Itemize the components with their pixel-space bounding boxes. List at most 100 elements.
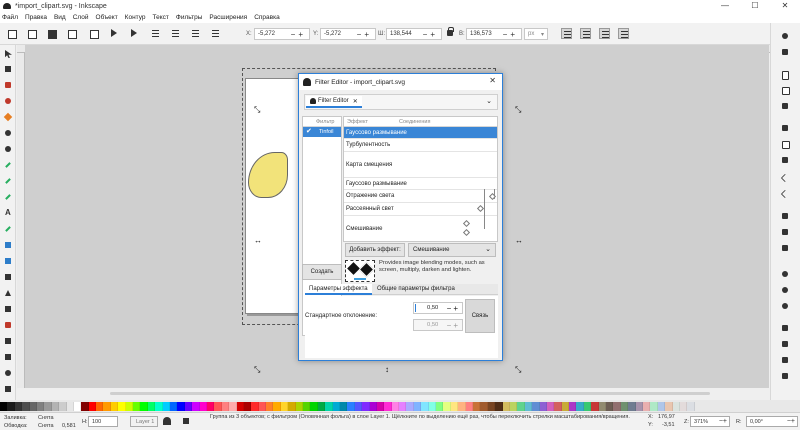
measure-tool-icon[interactable] (3, 352, 13, 362)
pen-tool-icon[interactable] (3, 176, 13, 186)
std-dev-x-field[interactable]: 0,50 −+ (413, 302, 463, 314)
spiral-tool-icon[interactable] (3, 144, 13, 154)
scale-handle-nw[interactable] (254, 106, 262, 114)
node-tool-icon[interactable] (3, 64, 13, 74)
scale-handle-e[interactable] (515, 237, 523, 245)
palette-swatch[interactable] (140, 401, 148, 411)
snap-toggle-icon[interactable] (780, 31, 790, 41)
menu-edit[interactable]: Правка (25, 14, 47, 21)
create-filter-button[interactable]: Создать (302, 264, 342, 280)
palette-swatch[interactable] (177, 401, 185, 411)
std-dev-y-field[interactable]: 0,50 −+ (413, 319, 463, 331)
palette-swatch[interactable] (66, 401, 74, 411)
mesh-tool-icon[interactable] (3, 256, 13, 266)
palette-swatch[interactable] (613, 401, 621, 411)
effect-row[interactable]: Гауссово размывание (344, 127, 497, 139)
rect-tool-icon[interactable] (3, 80, 13, 90)
palette-swatch[interactable] (133, 401, 141, 411)
lower-to-bottom-icon[interactable] (210, 28, 221, 39)
palette-swatch[interactable] (273, 401, 281, 411)
menu-path[interactable]: Контур (125, 14, 146, 21)
palette-swatch[interactable] (251, 401, 259, 411)
palette-swatch[interactable] (436, 401, 444, 411)
maximize-button[interactable]: ☐ (740, 0, 770, 12)
zoom-field[interactable]: 371% −+ (690, 416, 730, 427)
eye-icon[interactable] (163, 417, 171, 425)
minimize-button[interactable]: — (710, 0, 740, 12)
palette-swatch[interactable] (29, 401, 37, 411)
x-field[interactable]: -5,272 −+ (254, 28, 310, 40)
scale-handle-w[interactable] (254, 237, 262, 245)
menu-view[interactable]: Вид (54, 14, 66, 21)
palette-swatch[interactable] (391, 401, 400, 411)
palette-swatch[interactable] (81, 401, 89, 411)
menu-text[interactable]: Текст (153, 14, 169, 21)
palette-swatch[interactable] (665, 401, 673, 411)
duplicate-icon[interactable] (780, 323, 790, 333)
palette-swatch[interactable] (332, 401, 340, 411)
palette-swatch[interactable] (421, 401, 429, 411)
scale-stroke-icon[interactable] (561, 28, 572, 39)
palette-swatch[interactable] (384, 401, 392, 411)
lock-icon[interactable] (447, 27, 454, 36)
flip-horizontal-icon[interactable] (108, 28, 119, 39)
palette-swatch[interactable] (147, 401, 156, 411)
palette-swatch[interactable] (672, 401, 680, 411)
deselect-icon[interactable] (46, 28, 57, 39)
palette-swatch[interactable] (339, 401, 348, 411)
zoom-selection-icon[interactable] (780, 269, 790, 279)
palette-swatch[interactable] (125, 401, 134, 411)
palette-swatch[interactable] (155, 401, 163, 411)
palette-swatch[interactable] (465, 401, 473, 411)
palette-swatch[interactable] (480, 401, 488, 411)
effect-row[interactable]: Отражение света (344, 190, 497, 203)
palette-swatch[interactable] (679, 401, 688, 411)
palette-swatch[interactable] (524, 401, 533, 411)
palette-swatch[interactable] (406, 401, 414, 411)
palette-swatch[interactable] (657, 401, 666, 411)
add-effect-select[interactable]: Смешивание ⌄ (408, 243, 496, 257)
unit-select[interactable]: px ▾ (524, 28, 548, 40)
palette-swatch[interactable] (399, 401, 407, 411)
palette-swatch[interactable] (221, 401, 230, 411)
palette-swatch[interactable] (509, 401, 518, 411)
tab-filter-params[interactable]: Общие параметры фильтра (373, 284, 459, 295)
palette-swatch[interactable] (88, 401, 97, 411)
tab-effect-params[interactable]: Параметры эффекта (305, 284, 372, 295)
effect-row[interactable]: Смешивание (344, 216, 497, 241)
rotation-field[interactable]: 0,00° −+ (746, 416, 798, 427)
tab-close-icon[interactable]: ✕ (353, 98, 358, 105)
palette-swatch[interactable] (554, 401, 562, 411)
palette-swatch[interactable] (620, 401, 629, 411)
palette-swatch[interactable] (598, 401, 607, 411)
menu-file[interactable]: Файл (2, 14, 18, 21)
stroke-width[interactable]: 0,581 (62, 423, 76, 429)
tab-filter-editor[interactable]: Filter Editor ✕ (306, 96, 362, 108)
zoom-tool-icon[interactable] (3, 368, 13, 378)
palette-swatch[interactable] (369, 401, 377, 411)
palette-swatch[interactable] (36, 401, 45, 411)
effect-row[interactable]: Карта смещения (344, 152, 497, 178)
palette-swatch[interactable] (376, 401, 385, 411)
save-document-icon[interactable] (780, 101, 790, 111)
scale-handle-ne[interactable] (515, 106, 523, 114)
palette-swatch[interactable] (14, 401, 23, 411)
palette-swatch[interactable] (443, 401, 451, 411)
chevron-down-icon[interactable]: ⌄ (486, 97, 492, 105)
palette-swatch[interactable] (7, 401, 15, 411)
palette-swatch[interactable] (214, 401, 222, 411)
palette-swatch[interactable] (362, 401, 370, 411)
palette-swatch[interactable] (532, 401, 540, 411)
palette-swatch[interactable] (458, 401, 466, 411)
palette-swatch[interactable] (347, 401, 355, 411)
horizontal-scrollbar[interactable] (25, 388, 769, 400)
palette-swatch[interactable] (303, 401, 311, 411)
menu-extensions[interactable]: Расширения (209, 14, 247, 21)
palette-swatch[interactable] (561, 401, 570, 411)
scale-handle-se[interactable] (515, 366, 523, 374)
new-document-icon[interactable] (780, 69, 790, 80)
palette-swatch[interactable] (502, 401, 510, 411)
menu-object[interactable]: Объект (96, 14, 118, 21)
palette-swatch[interactable] (473, 401, 481, 411)
raise-icon[interactable] (170, 28, 181, 39)
